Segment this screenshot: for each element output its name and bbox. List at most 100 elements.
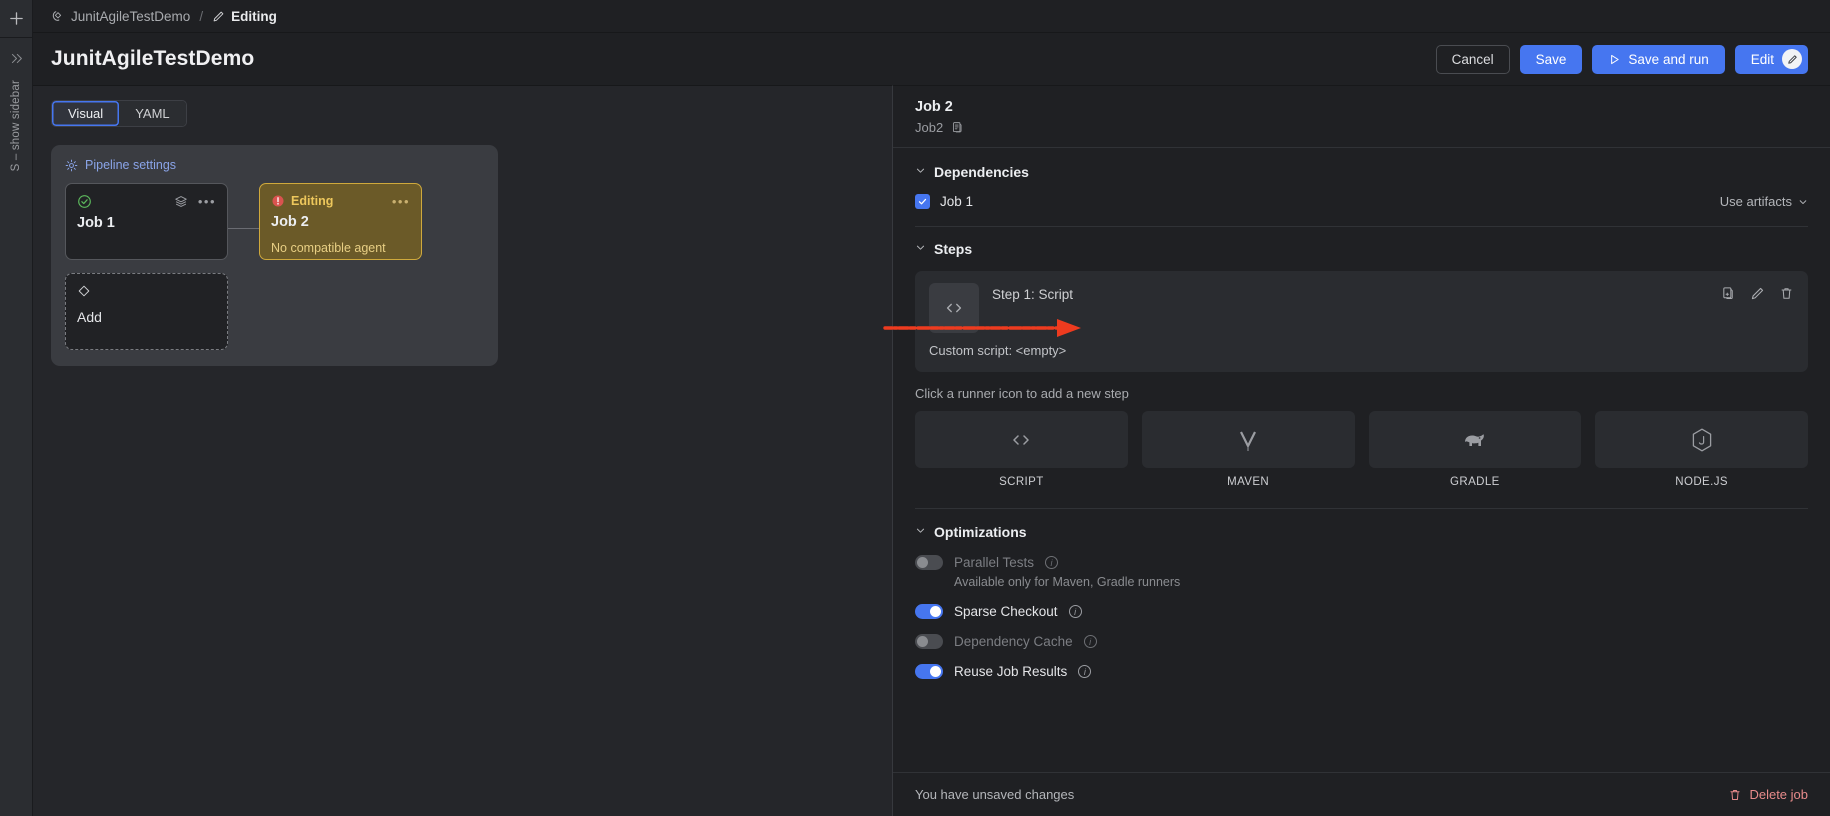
job-2-status-label: Editing — [291, 194, 334, 208]
runner-script[interactable]: SCRIPT — [915, 411, 1128, 488]
layers-icon[interactable] — [174, 195, 188, 209]
job-graph: ••• Job 1 Add Editing ••• Job 2 No compa… — [65, 183, 484, 350]
dependency-checkbox-job-1[interactable] — [915, 194, 930, 209]
use-artifacts-dropdown[interactable]: Use artifacts — [1720, 194, 1808, 209]
optimization-reuse-job-results: Reuse Job Results i — [915, 664, 1808, 679]
pipeline-settings-label: Pipeline settings — [85, 158, 177, 172]
show-sidebar-hint[interactable]: S – show sidebar — [10, 80, 22, 171]
editor-tabs: Visual YAML — [33, 86, 892, 127]
nodejs-icon — [1595, 411, 1808, 468]
info-icon[interactable]: i — [1078, 665, 1092, 678]
warning-circle-icon — [271, 194, 285, 208]
trash-icon[interactable] — [1779, 286, 1794, 301]
left-rail: S – show sidebar — [0, 0, 33, 816]
edit-button-label: Edit — [1750, 51, 1774, 67]
pipeline-settings-link[interactable]: Pipeline settings — [65, 158, 484, 172]
toggle-parallel-tests[interactable] — [915, 555, 943, 570]
optimization-parallel-tests-note: Available only for Maven, Gradle runners — [954, 575, 1181, 589]
optimization-sparse-checkout: Sparse Checkout i — [915, 604, 1808, 619]
breadcrumb-project-label: JunitAgileTestDemo — [71, 8, 191, 24]
toggle-sparse-checkout[interactable] — [915, 604, 943, 619]
runner-gradle[interactable]: GRADLE — [1368, 411, 1582, 488]
code-icon — [915, 411, 1128, 468]
add-job-label: Add — [77, 309, 102, 325]
pencil-icon[interactable] — [1750, 286, 1765, 301]
dependencies-section: Dependencies Job 1 Use artifacts — [893, 148, 1830, 227]
job-card-job-2[interactable]: Editing ••• Job 2 No compatible agent — [259, 183, 422, 260]
delete-job-button[interactable]: Delete job — [1728, 787, 1808, 802]
dependency-row-job-1: Job 1 Use artifacts — [915, 194, 1808, 209]
save-button-label: Save — [1535, 51, 1567, 67]
chevron-double-right-icon[interactable] — [10, 52, 23, 68]
job-card-job-1[interactable]: ••• Job 1 — [65, 183, 228, 260]
job-1-menu-icon[interactable]: ••• — [198, 195, 216, 208]
step-1-title: Step 1: Script — [992, 287, 1074, 302]
chevron-down-icon — [915, 525, 926, 539]
cancel-button[interactable]: Cancel — [1435, 44, 1510, 74]
optimizations-section: Optimizations Parallel Tests i Available… — [893, 509, 1830, 679]
job-details-panel: Job 2 Job2 Dependencies Job 1 Use artifa… — [892, 85, 1830, 816]
app-root: S – show sidebar JunitAgileTestDemo / Ed… — [0, 0, 1830, 816]
tab-yaml[interactable]: YAML — [119, 101, 186, 126]
save-button[interactable]: Save — [1519, 44, 1583, 74]
page-header: JunitAgileTestDemo Cancel Save Save and … — [33, 33, 1830, 85]
breadcrumb-project[interactable]: JunitAgileTestDemo — [51, 9, 190, 24]
job-column-2: Editing ••• Job 2 No compatible agent — [259, 183, 422, 350]
optimization-dependency-cache: Dependency Cache i — [915, 634, 1808, 649]
pipeline-graph-container: Pipeline settings ••• Job 1 Add Editing … — [51, 145, 498, 366]
header-actions: Cancel Save Save and run Edit — [1435, 44, 1808, 74]
breadcrumb-current-label: Editing — [231, 8, 277, 24]
maven-icon — [1141, 411, 1355, 468]
runner-nodejs[interactable]: NODE.JS — [1595, 411, 1808, 488]
copy-icon[interactable] — [1721, 286, 1736, 301]
panel-header: Job 2 Job2 — [893, 86, 1830, 148]
tab-yaml-label: YAML — [135, 106, 170, 121]
runner-gradle-label: GRADLE — [1450, 476, 1500, 488]
dependencies-heading[interactable]: Dependencies — [915, 164, 1808, 180]
add-job-node[interactable]: Add — [65, 273, 228, 350]
step-card-1[interactable]: Step 1: Script Custom script: <empty> — [915, 271, 1808, 372]
unsaved-changes-status: You have unsaved changes — [915, 787, 1075, 802]
edit-button[interactable]: Edit — [1734, 44, 1808, 74]
runner-list: SCRIPT MAVEN GRADLE NODE.JS — [915, 411, 1808, 488]
gradle-elephant-icon — [1368, 411, 1582, 468]
runner-maven[interactable]: MAVEN — [1141, 411, 1355, 488]
panel-body: Dependencies Job 1 Use artifacts Steps S… — [893, 148, 1830, 772]
delete-job-label: Delete job — [1749, 787, 1808, 802]
chevron-down-icon — [1798, 197, 1808, 207]
steps-heading-label: Steps — [934, 241, 973, 257]
optimizations-heading-label: Optimizations — [934, 524, 1027, 540]
optimization-parallel-tests: Parallel Tests i — [915, 555, 1808, 570]
panel-footer: You have unsaved changes Delete job — [893, 772, 1830, 816]
optimization-parallel-tests-label: Parallel Tests — [954, 555, 1035, 570]
toggle-reuse-job-results[interactable] — [915, 664, 943, 679]
add-button[interactable] — [0, 0, 32, 38]
info-icon[interactable]: i — [1083, 635, 1097, 648]
optimization-dependency-cache-label: Dependency Cache — [954, 634, 1073, 649]
chevron-down-icon — [915, 165, 926, 179]
steps-section: Steps Step 1: Script Custom script: <emp… — [893, 227, 1830, 509]
steps-heading[interactable]: Steps — [915, 241, 1808, 257]
plus-icon — [9, 12, 23, 25]
panel-subtitle: Job2 — [915, 120, 944, 135]
code-icon — [929, 283, 979, 333]
job-2-status: Editing — [271, 194, 333, 208]
job-connector-line — [228, 228, 259, 229]
toggle-dependency-cache[interactable] — [915, 634, 943, 649]
copy-icon[interactable] — [951, 121, 964, 134]
runner-hint: Click a runner icon to add a new step — [915, 386, 1129, 401]
panel-subtitle-row: Job2 — [915, 120, 1808, 135]
step-1-description: Custom script: <empty> — [929, 343, 1067, 358]
info-icon[interactable]: i — [1045, 556, 1059, 569]
tab-visual[interactable]: Visual — [52, 101, 120, 126]
play-icon — [1608, 53, 1621, 66]
use-artifacts-label: Use artifacts — [1719, 194, 1792, 209]
save-and-run-label: Save and run — [1628, 51, 1709, 67]
job-2-menu-icon[interactable]: ••• — [392, 195, 410, 208]
job-card-job-2-label: Job 2 — [271, 214, 309, 230]
panel-title: Job 2 — [915, 99, 953, 115]
breadcrumb-current: Editing — [212, 9, 277, 24]
info-icon[interactable]: i — [1068, 605, 1082, 618]
optimizations-heading[interactable]: Optimizations — [915, 524, 1808, 540]
save-and-run-button[interactable]: Save and run — [1592, 44, 1725, 74]
